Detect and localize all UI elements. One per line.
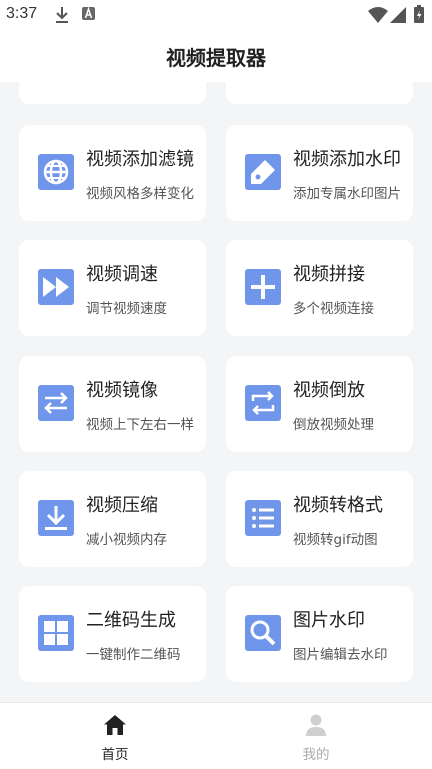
card-subtitle: 倒放视频处理	[293, 417, 374, 433]
card-subtitle: 减小视频内存	[86, 532, 167, 548]
app-bar: 视频提取器	[0, 30, 432, 82]
status-time: 3:37	[6, 5, 38, 22]
wifi-icon	[368, 7, 388, 23]
card-subtitle: 视频风格多样变化	[86, 186, 194, 202]
partial-card-left[interactable]	[19, 82, 206, 104]
repeat-icon	[245, 385, 281, 421]
card-video-reverse[interactable]: 视频倒放 倒放视频处理	[226, 356, 413, 452]
nav-label: 首页	[101, 747, 129, 763]
card-subtitle: 调节视频速度	[86, 301, 167, 317]
card-video-compress[interactable]: 视频压缩 减小视频内存	[19, 471, 206, 567]
card-video-mirror[interactable]: 视频镜像 视频上下左右一样	[19, 356, 206, 452]
card-subtitle: 添加专属水印图片	[293, 186, 401, 202]
status-bar: 3:37	[0, 0, 432, 30]
card-subtitle: 一键制作二维码	[86, 647, 181, 663]
grid-icon	[38, 615, 74, 651]
card-image-watermark[interactable]: 图片水印 图片编辑去水印	[226, 586, 413, 682]
card-video-watermark[interactable]: 视频添加水印 添加专属水印图片	[226, 125, 413, 221]
download-status-icon	[56, 7, 68, 23]
card-qrcode[interactable]: 二维码生成 一键制作二维码	[19, 586, 206, 682]
card-title: 视频镜像	[86, 380, 158, 401]
card-subtitle: 视频上下左右一样	[86, 417, 194, 433]
battery-icon	[414, 5, 424, 23]
nav-label: 我的	[302, 747, 330, 763]
bottom-navigation: 首页 我的	[0, 702, 432, 769]
plus-icon	[245, 269, 281, 305]
card-title: 视频转格式	[293, 495, 383, 516]
globe-icon	[38, 154, 74, 190]
card-title: 视频添加滤镜	[86, 149, 194, 170]
list-icon	[245, 500, 281, 536]
card-subtitle: 图片编辑去水印	[293, 647, 388, 663]
card-title: 视频拼接	[293, 264, 365, 285]
page-title: 视频提取器	[166, 46, 266, 70]
feature-grid[interactable]: 视频添加滤镜 视频风格多样变化 视频添加水印 添加专属水印图片 视频调速 调节视…	[0, 82, 432, 702]
card-subtitle: 视频转gif动图	[293, 532, 378, 548]
card-video-convert[interactable]: 视频转格式 视频转gif动图	[226, 471, 413, 567]
card-title: 二维码生成	[86, 610, 176, 631]
card-subtitle: 多个视频连接	[293, 301, 374, 317]
card-title: 视频调速	[86, 264, 158, 285]
card-title: 视频倒放	[293, 380, 365, 401]
card-video-speed[interactable]: 视频调速 调节视频速度	[19, 240, 206, 336]
user-icon	[306, 714, 326, 736]
fast-forward-icon	[38, 269, 74, 305]
card-video-merge[interactable]: 视频拼接 多个视频连接	[226, 240, 413, 336]
tag-icon	[245, 154, 281, 190]
card-title: 视频压缩	[86, 495, 158, 516]
signal-icon	[390, 7, 406, 23]
home-icon	[104, 715, 126, 735]
nav-home[interactable]: 首页	[55, 703, 175, 769]
notification-a-icon	[82, 6, 95, 20]
partial-card-right[interactable]	[226, 82, 413, 104]
download-icon	[38, 500, 74, 536]
swap-arrows-icon	[38, 385, 74, 421]
card-title: 图片水印	[293, 610, 365, 631]
card-title: 视频添加水印	[293, 149, 401, 170]
nav-mine[interactable]: 我的	[256, 703, 376, 769]
search-icon	[245, 615, 281, 651]
card-video-filter[interactable]: 视频添加滤镜 视频风格多样变化	[19, 125, 206, 221]
